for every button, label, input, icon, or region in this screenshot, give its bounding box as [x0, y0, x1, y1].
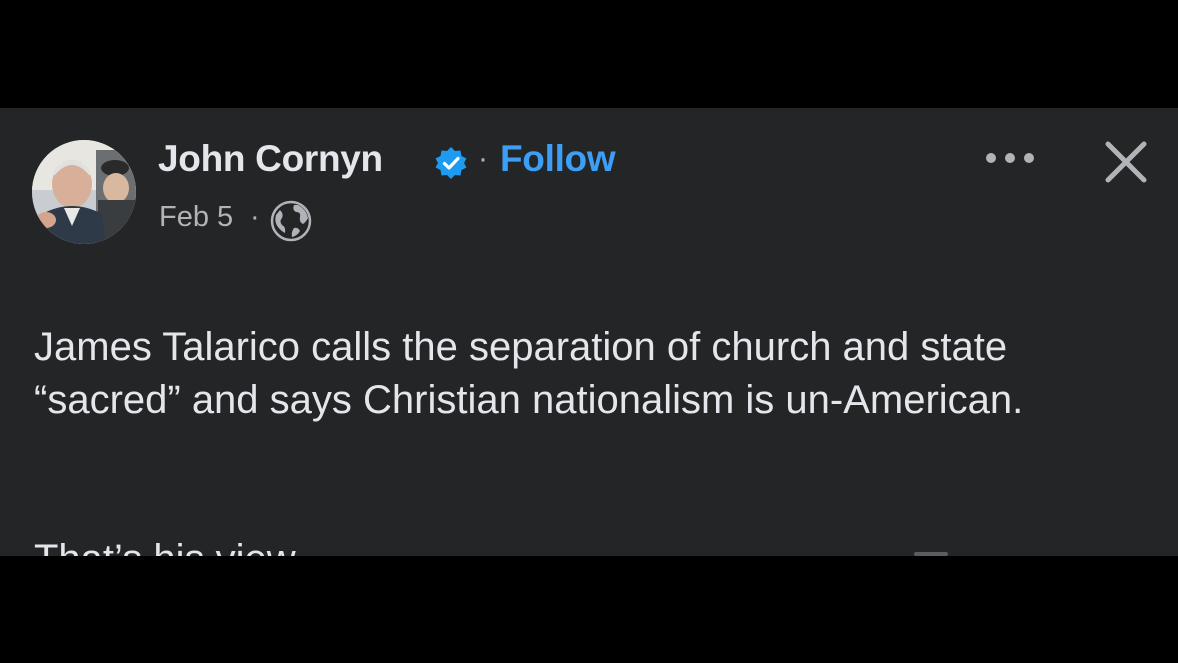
date-separator: · — [250, 201, 260, 233]
letterbox-top — [0, 0, 1178, 108]
more-horizontal-icon[interactable] — [984, 150, 1036, 166]
author-name[interactable]: John Cornyn — [158, 138, 383, 180]
post-body: James Talarico calls the separation of c… — [34, 268, 1134, 556]
post-date[interactable]: Feb 5 — [159, 201, 233, 234]
post-card: John Cornyn · Follow Feb 5 · James Talar… — [0, 108, 1178, 556]
avatar-photo — [32, 140, 136, 244]
globe-icon — [270, 200, 312, 242]
post-body-paragraph: That’s his view. — [34, 533, 1134, 556]
name-separator: · — [478, 142, 488, 175]
close-icon[interactable] — [1100, 136, 1152, 188]
author-avatar[interactable] — [32, 140, 136, 244]
verified-badge-icon — [435, 147, 467, 179]
post-body-paragraph: James Talarico calls the separation of c… — [34, 325, 1024, 422]
follow-button[interactable]: Follow — [500, 138, 616, 180]
letterbox-bottom — [0, 556, 1178, 663]
